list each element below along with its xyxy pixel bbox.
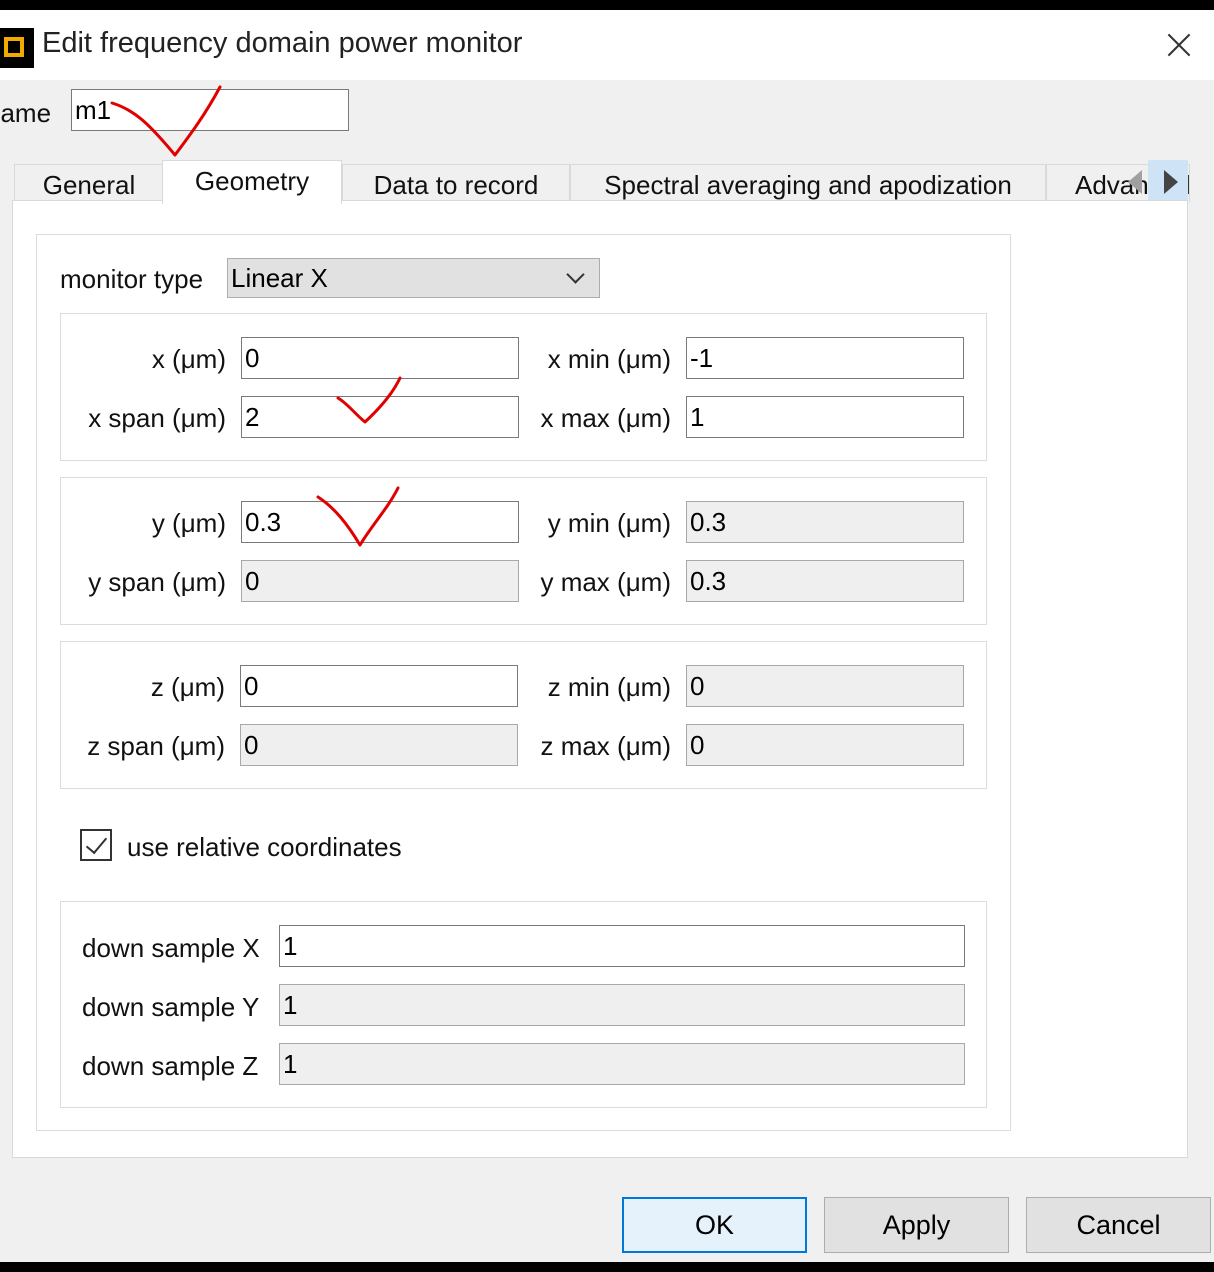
tab-spectral-averaging[interactable]: Spectral averaging and apodization — [570, 164, 1046, 202]
z-span-input: 0 — [240, 724, 518, 766]
apply-button[interactable]: Apply — [824, 1197, 1009, 1253]
y-center-label: y (μm) — [151, 508, 226, 538]
tab-general[interactable]: General — [14, 164, 164, 202]
x-span-label: x span (μm) — [88, 403, 226, 433]
down-sample-x-label: down sample X — [82, 933, 260, 963]
y-min-input: 0.3 — [686, 501, 964, 543]
tab-strip: General Geometry Data to record Spectral… — [12, 160, 1190, 204]
relative-coordinates-checkbox[interactable] — [80, 829, 112, 861]
x-span-input[interactable]: 2 — [241, 396, 519, 438]
x-max-label: x max (μm) — [540, 403, 671, 433]
y-min-label: y min (μm) — [547, 508, 671, 538]
ok-button[interactable]: OK — [622, 1197, 807, 1253]
relative-coordinates-label[interactable]: use relative coordinates — [127, 832, 402, 863]
tab-data-to-record[interactable]: Data to record — [342, 164, 570, 202]
down-sample-x-input[interactable]: 1 — [279, 925, 965, 967]
title-bar: Edit frequency domain power monitor — [0, 10, 1214, 80]
tab-geometry[interactable]: Geometry — [162, 160, 342, 204]
y-span-label: y span (μm) — [88, 567, 226, 597]
z-min-input: 0 — [686, 665, 964, 707]
y-max-label: y max (μm) — [540, 567, 671, 597]
z-center-input[interactable]: 0 — [240, 665, 518, 707]
down-sample-y-input: 1 — [279, 984, 965, 1026]
monitor-type-label: monitor type — [60, 264, 204, 294]
z-group — [60, 641, 987, 789]
z-center-label: z (μm) — [150, 672, 225, 702]
down-sample-z-label: down sample Z — [82, 1051, 259, 1081]
y-group — [60, 477, 987, 625]
x-center-label: x (μm) — [151, 344, 226, 374]
monitor-type-select[interactable]: Linear X — [227, 258, 600, 298]
x-center-input[interactable]: 0 — [241, 337, 519, 379]
z-min-label: z min (μm) — [547, 672, 671, 702]
y-center-input[interactable]: 0.3 — [241, 501, 519, 543]
monitor-square-icon — [0, 28, 34, 68]
name-input[interactable]: m1 — [71, 89, 349, 131]
tab-scroll-right-icon[interactable] — [1164, 170, 1178, 194]
cancel-button[interactable]: Cancel — [1026, 1197, 1211, 1253]
down-sample-y-label: down sample Y — [82, 992, 260, 1022]
close-icon[interactable] — [1154, 20, 1204, 70]
x-max-input[interactable]: 1 — [686, 396, 964, 438]
y-max-input: 0.3 — [686, 560, 964, 602]
tab-scroll-left-icon[interactable] — [1128, 170, 1142, 194]
y-span-input: 0 — [241, 560, 519, 602]
z-max-label: z max (μm) — [540, 731, 671, 761]
z-max-input: 0 — [686, 724, 964, 766]
z-span-label: z span (μm) — [87, 731, 225, 761]
window-title: Edit frequency domain power monitor — [42, 27, 523, 59]
x-min-label: x min (μm) — [547, 344, 671, 374]
name-label: name — [0, 98, 52, 128]
down-sample-z-input: 1 — [279, 1043, 965, 1085]
x-min-input[interactable]: -1 — [686, 337, 964, 379]
x-group — [60, 313, 987, 461]
